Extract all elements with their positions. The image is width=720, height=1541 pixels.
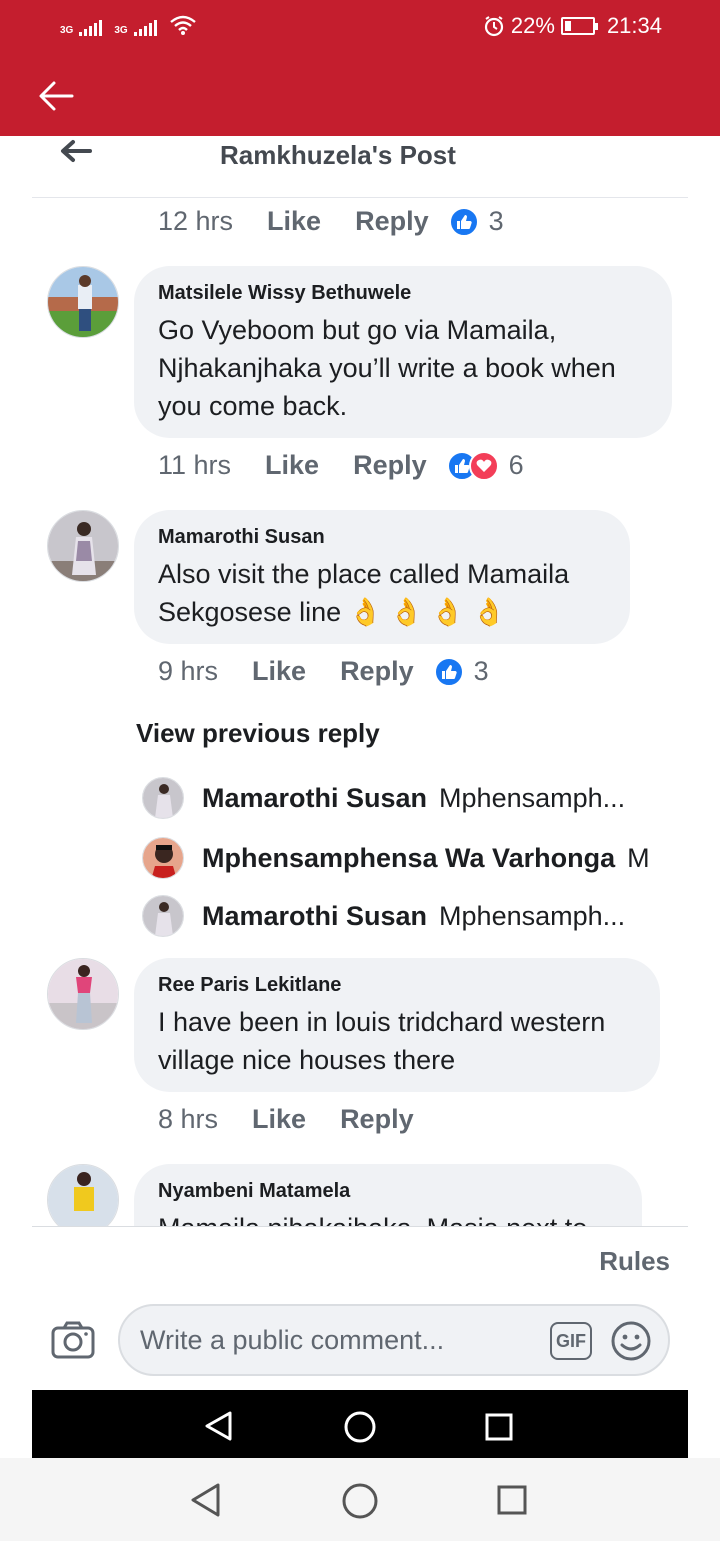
rules-link[interactable]: Rules — [599, 1246, 670, 1277]
reply-button[interactable]: Reply — [353, 450, 427, 481]
comment-composer: GIF — [32, 1296, 688, 1386]
nav-back-icon[interactable] — [202, 1410, 236, 1442]
comment-text: I have been in louis tridchard western v… — [158, 1007, 606, 1075]
nav-recents-icon[interactable] — [496, 1484, 528, 1516]
reply-author: Mphensamphensa Wa Varhonga — [202, 842, 616, 873]
comment-time: 12 hrs — [158, 206, 234, 236]
comment-meta: 8 hrs Like Reply — [158, 1104, 414, 1135]
reaction-count: 6 — [508, 450, 524, 480]
like-button[interactable]: Like — [252, 656, 306, 687]
back-arrow-icon[interactable] — [58, 138, 94, 168]
comment-bubble[interactable]: Nyambeni Matamela Mamaila njhakajhaka, M… — [134, 1164, 642, 1226]
comment-author[interactable]: Matsilele Wissy Bethuwele — [158, 282, 648, 305]
comment-time: 9 hrs — [158, 656, 219, 686]
network-type-1: 3G — [60, 25, 74, 36]
comment-bubble[interactable]: Matsilele Wissy Bethuwele Go Vyeboom but… — [134, 266, 672, 438]
comment-text: Also visit the place called Mamaila Sekg… — [158, 559, 570, 627]
reply-preview-row[interactable]: Mamarothi Susan Mphensamph... — [142, 776, 652, 820]
avatar[interactable] — [47, 510, 119, 582]
love-reaction-icon — [468, 450, 499, 481]
reply-preview-row[interactable]: Mphensamphensa Wa Varhonga M — [142, 836, 652, 880]
view-previous-reply-link[interactable]: View previous reply — [136, 718, 380, 749]
comment-meta: 11 hrs Like Reply 6 — [158, 450, 524, 481]
page-title: Ramkhuzela's Post — [220, 140, 456, 170]
reply-text: Mphensamph... — [439, 900, 626, 931]
gif-icon[interactable]: GIF — [550, 1322, 592, 1360]
avatar[interactable] — [47, 266, 119, 338]
reply-preview-row[interactable]: Mamarothi Susan Mphensamph... — [142, 894, 652, 938]
reaction-summary[interactable]: 3 — [448, 206, 504, 237]
reply-button[interactable]: Reply — [340, 656, 414, 687]
comment-author[interactable]: Nyambeni Matamela — [158, 1180, 618, 1203]
app-bar: 3G 3G 22% 21:34 — [0, 0, 720, 136]
like-reaction-icon — [433, 656, 464, 687]
reaction-summary[interactable]: 6 — [446, 450, 524, 481]
post-header: Ramkhuzela's Post — [32, 136, 688, 198]
nav-back-icon[interactable] — [188, 1482, 224, 1518]
avatar[interactable] — [47, 958, 119, 1030]
reply-button[interactable]: Reply — [340, 1104, 414, 1135]
network-type-2: 3G — [114, 25, 128, 36]
like-button[interactable]: Like — [265, 450, 319, 481]
nav-home-icon[interactable] — [343, 1410, 377, 1444]
comment-text: Mamaila njhakajhaka, Masia next to — [158, 1209, 618, 1226]
battery-percent: 22% — [510, 13, 555, 38]
reaction-summary[interactable]: 3 — [433, 656, 489, 687]
comment-meta: 12 hrs Like Reply 3 — [158, 206, 504, 237]
reply-text: M — [627, 842, 650, 873]
system-navigation-bar — [0, 1458, 720, 1541]
wifi-icon — [169, 15, 196, 35]
nav-recents-icon[interactable] — [484, 1412, 514, 1442]
comment-input[interactable] — [140, 1320, 540, 1360]
avatar[interactable] — [47, 1164, 119, 1226]
inner-navigation-bar — [32, 1390, 688, 1458]
like-button[interactable]: Like — [267, 206, 321, 237]
comment-author[interactable]: Ree Paris Lekitlane — [158, 974, 636, 997]
alarm-icon — [484, 16, 503, 37]
comment-bubble[interactable]: Ree Paris Lekitlane I have been in louis… — [134, 958, 660, 1092]
reply-author: Mamarothi Susan — [202, 900, 428, 931]
back-arrow-icon[interactable] — [36, 78, 76, 114]
comment-input-wrapper[interactable]: GIF — [118, 1304, 670, 1376]
comment-time: 11 hrs — [158, 450, 232, 480]
comment-list-clip: Nyambeni Matamela Mamaila njhakajhaka, M… — [32, 1150, 688, 1226]
nav-home-icon[interactable] — [341, 1482, 379, 1520]
signal-icon-2 — [133, 20, 157, 36]
avatar — [142, 895, 184, 937]
comment-text: Go Vyeboom but go via Mamaila, Njhakanjh… — [158, 315, 616, 421]
reaction-count: 3 — [488, 206, 504, 236]
battery-icon — [560, 17, 598, 35]
reaction-count: 3 — [473, 656, 489, 686]
comment-time: 8 hrs — [158, 1104, 219, 1134]
avatar — [142, 837, 184, 879]
comment-meta: 9 hrs Like Reply 3 — [158, 656, 489, 687]
like-reaction-icon — [448, 206, 479, 237]
camera-icon[interactable] — [50, 1320, 96, 1360]
divider — [32, 1226, 688, 1227]
reply-button[interactable]: Reply — [355, 206, 429, 237]
emoji-icon[interactable] — [610, 1320, 652, 1362]
reply-author: Mamarothi Susan — [202, 782, 428, 813]
like-button[interactable]: Like — [252, 1104, 306, 1135]
comment-author[interactable]: Mamarothi Susan — [158, 526, 606, 549]
reply-text: Mphensamph... — [439, 782, 626, 813]
status-bar: 3G 3G 22% 21:34 — [0, 12, 720, 42]
avatar — [142, 777, 184, 819]
comment-bubble[interactable]: Mamarothi Susan Also visit the place cal… — [134, 510, 630, 644]
clock: 21:34 — [606, 13, 662, 38]
signal-icon — [79, 20, 103, 36]
